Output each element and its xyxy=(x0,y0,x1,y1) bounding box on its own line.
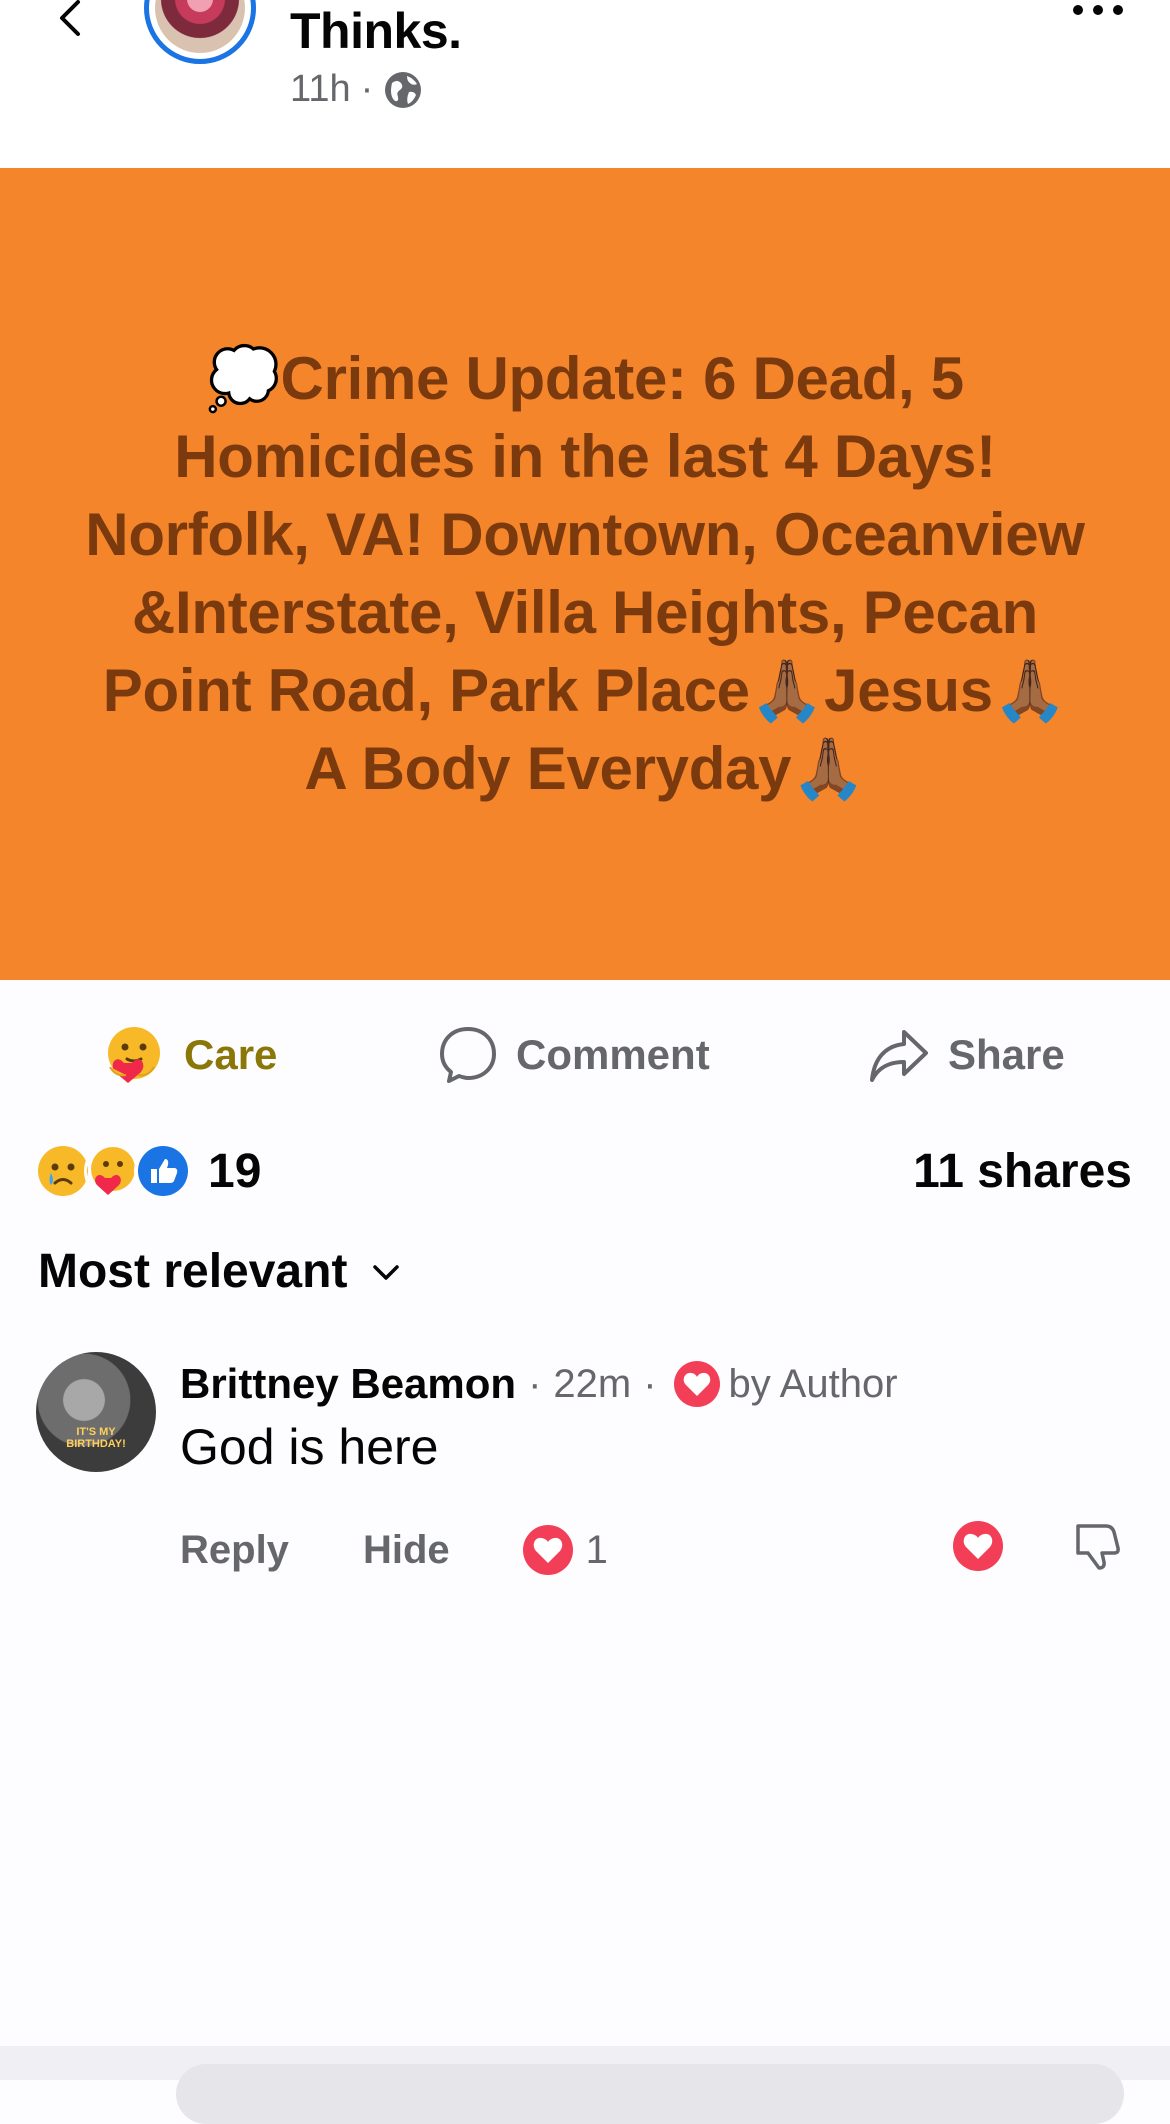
ellipsis-icon[interactable] xyxy=(1068,0,1128,24)
page-name[interactable]: Thinks. xyxy=(290,2,462,60)
page-avatar-image xyxy=(155,0,245,53)
share-label: Share xyxy=(948,1031,1065,1078)
comment-time: 22m xyxy=(553,1361,632,1406)
comment-bubble-icon xyxy=(440,1027,496,1083)
share-arrow-icon xyxy=(870,1030,928,1082)
comment-reaction-count[interactable]: 1 xyxy=(586,1528,608,1573)
post-time[interactable]: 11h xyxy=(290,68,351,111)
heart-icon xyxy=(673,1361,720,1407)
comment-actions: Reply Hide 1 xyxy=(180,1522,608,1578)
share-count[interactable]: 11 shares xyxy=(913,1144,1132,1199)
care-label: Care xyxy=(184,1031,278,1078)
chevron-left-icon[interactable] xyxy=(50,0,90,40)
like-reaction-icon xyxy=(134,1142,192,1200)
post-action-bar: Care Comment Share xyxy=(0,1000,1170,1110)
author-reaction-badge: by Author xyxy=(728,1361,898,1406)
reply-button[interactable]: Reply xyxy=(180,1528,289,1573)
care-reaction-icon xyxy=(108,1027,160,1083)
love-react-button[interactable] xyxy=(952,1520,1004,1572)
sort-label: Most relevant xyxy=(38,1245,348,1298)
comment-sort-dropdown[interactable]: Most relevant xyxy=(38,1244,403,1299)
chevron-down-icon xyxy=(373,1264,400,1280)
page-avatar[interactable] xyxy=(144,0,256,64)
comment-text: God is here xyxy=(180,1419,439,1475)
commenter-avatar[interactable]: IT'S MY BIRTHDAY! xyxy=(36,1352,156,1472)
post-text: 💭Crime Update: 6 Dead, 5 Homicides in th… xyxy=(85,345,1085,802)
share-button[interactable]: Share xyxy=(868,1022,1065,1088)
thumbs-down-icon[interactable] xyxy=(1072,1520,1122,1572)
post-text-card[interactable]: 💭Crime Update: 6 Dead, 5 Homicides in th… xyxy=(0,168,1170,980)
meta-separator: · xyxy=(360,68,374,110)
globe-icon xyxy=(385,71,422,108)
comment-input-bar[interactable] xyxy=(176,2064,1124,2124)
reaction-count: 19 xyxy=(208,1144,262,1198)
commenter-avatar-text: IT'S MY BIRTHDAY! xyxy=(66,1426,126,1450)
reactions-summary[interactable]: 19 xyxy=(34,1142,261,1200)
care-button[interactable]: Care xyxy=(102,1022,277,1088)
post-header: Thinks. 11h · xyxy=(0,0,1170,168)
comment-label: Comment xyxy=(516,1031,710,1078)
post-meta: 11h · xyxy=(290,68,423,111)
heart-icon xyxy=(522,1525,573,1575)
hide-button[interactable]: Hide xyxy=(363,1528,450,1573)
comment-author[interactable]: Brittney Beamon xyxy=(180,1360,516,1408)
comment-header: Brittney Beamon · 22m · by Author xyxy=(180,1360,898,1408)
comment-button[interactable]: Comment xyxy=(438,1022,710,1088)
